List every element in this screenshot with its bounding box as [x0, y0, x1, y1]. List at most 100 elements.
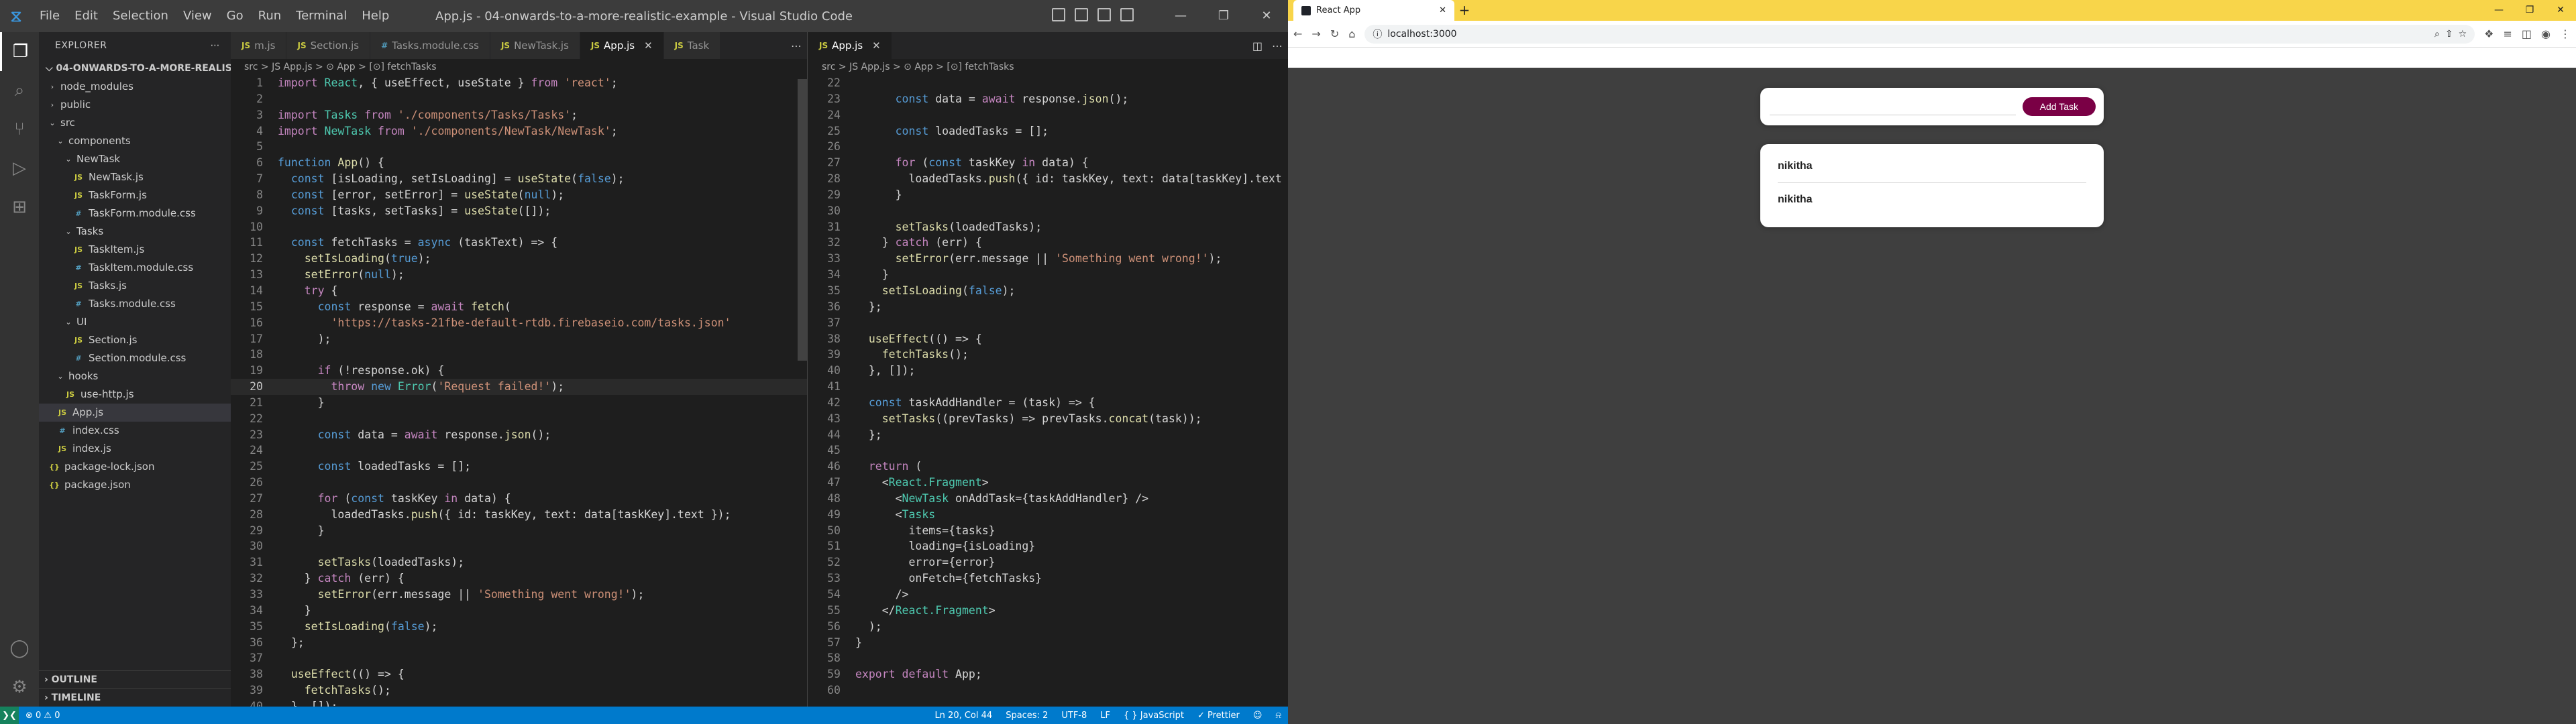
tree-file[interactable]: JS Tasks.js	[39, 277, 231, 295]
code-line[interactable]: 20 throw new Error('Request failed!');	[231, 379, 807, 395]
end-of-line[interactable]: LF	[1100, 711, 1110, 721]
reload-icon[interactable]: ↻	[1330, 27, 1339, 40]
add-task-button[interactable]: Add Task	[2022, 97, 2096, 116]
code-line[interactable]: 31 setTasks(loadedTasks);	[231, 554, 807, 570]
menu-item-edit[interactable]: Edit	[67, 0, 105, 32]
toggle-sidebar-icon[interactable]	[1052, 8, 1065, 21]
code-line[interactable]: 12 setIsLoading(true);	[231, 251, 807, 267]
tree-folder[interactable]: ⌄ Tasks	[39, 223, 231, 241]
search-icon[interactable]: ⌕	[0, 71, 39, 110]
code-line[interactable]: 13 setError(null);	[231, 267, 807, 283]
more-icon[interactable]: ⋯	[791, 40, 802, 52]
split-editor-icon[interactable]: ◫	[1252, 40, 1263, 52]
menu-item-go[interactable]: Go	[219, 0, 251, 32]
menu-item-run[interactable]: Run	[251, 0, 289, 32]
code-line[interactable]: 25 const loadedTasks = [];	[808, 123, 1288, 139]
code-line[interactable]: 58	[808, 650, 1288, 666]
feedback-icon[interactable]: ☺	[1253, 711, 1263, 721]
back-icon[interactable]: ←	[1293, 27, 1302, 40]
code-line[interactable]: 49 <Tasks	[808, 507, 1288, 523]
code-line[interactable]: 60	[808, 682, 1288, 699]
code-line[interactable]: 46 return (	[808, 459, 1288, 475]
source-control-icon[interactable]: ⑂	[0, 110, 39, 149]
code-line[interactable]: 28 loadedTasks.push({ id: taskKey, text:…	[231, 507, 807, 523]
code-line[interactable]: 15 const response = await fetch(	[231, 299, 807, 315]
code-line[interactable]: 37	[231, 650, 807, 666]
run-debug-icon[interactable]: ▷	[0, 149, 39, 188]
code-line[interactable]: 57}	[808, 635, 1288, 651]
menu-item-file[interactable]: File	[32, 0, 67, 32]
browser-close-icon[interactable]: ✕	[2545, 0, 2576, 21]
right-code-view[interactable]: 22 23 const data = await response.json();…	[808, 75, 1288, 707]
code-line[interactable]: 48 <NewTask onAddTask={taskAddHandler} /…	[808, 491, 1288, 507]
new-tab-icon[interactable]: +	[1454, 0, 1474, 21]
tree-file[interactable]: # Section.module.css	[39, 349, 231, 367]
menu-item-view[interactable]: View	[176, 0, 219, 32]
profile-icon[interactable]: ◉	[2541, 27, 2551, 40]
code-line[interactable]: 5	[231, 139, 807, 155]
code-line[interactable]: 25 const loadedTasks = [];	[231, 459, 807, 475]
code-line[interactable]: 47 <React.Fragment>	[808, 475, 1288, 491]
timeline-section[interactable]: › TIMELINE	[39, 688, 231, 707]
code-line[interactable]: 3 import Tasks from './components/Tasks/T…	[231, 107, 807, 123]
code-line[interactable]: 33 setError(err.message || 'Something we…	[231, 587, 807, 603]
code-line[interactable]: 19 if (!response.ok) {	[231, 363, 807, 379]
code-line[interactable]: 23 const data = await response.json();	[231, 427, 807, 443]
code-line[interactable]: 34 }	[231, 603, 807, 619]
code-line[interactable]: 40 }, []);	[231, 699, 807, 707]
editor-tab[interactable]: JS App.js ✕	[580, 32, 664, 59]
code-line[interactable]: 32 } catch (err) {	[231, 570, 807, 587]
code-line[interactable]: 41	[808, 379, 1288, 395]
code-line[interactable]: 16 'https://tasks-21fbe-default-rtdb.fir…	[231, 315, 807, 331]
code-line[interactable]: 34 }	[808, 267, 1288, 283]
code-line[interactable]: 24	[808, 107, 1288, 123]
code-line[interactable]: 29 }	[231, 523, 807, 539]
close-tab-icon[interactable]: ✕	[644, 32, 653, 59]
browser-menu-icon[interactable]: ⋮	[2560, 27, 2571, 40]
tree-folder[interactable]: › public	[39, 96, 231, 114]
close-icon[interactable]: ✕	[1245, 0, 1288, 32]
tree-file[interactable]: # Tasks.module.css	[39, 295, 231, 313]
browser-restore-icon[interactable]: ❐	[2514, 0, 2545, 21]
editor-tab[interactable]: JS NewTask.js	[490, 32, 580, 59]
task-input[interactable]	[1770, 98, 2016, 115]
code-line[interactable]: 17 );	[231, 331, 807, 347]
side-panel-icon[interactable]: ◫	[2522, 27, 2532, 40]
tree-file[interactable]: JS NewTask.js	[39, 168, 231, 186]
tree-folder[interactable]: ⌄ UI	[39, 313, 231, 331]
code-line[interactable]: 40 }, []);	[808, 363, 1288, 379]
code-line[interactable]: 33 setError(err.message || 'Something we…	[808, 251, 1288, 267]
left-breadcrumb[interactable]: src > JS App.js > ⊙ App > [⊙] fetchTasks	[231, 59, 807, 75]
code-line[interactable]: 35 setIsLoading(false);	[808, 283, 1288, 299]
tree-folder[interactable]: ⌄ hooks	[39, 367, 231, 385]
code-line[interactable]: 21 }	[231, 395, 807, 411]
address-bar[interactable]: ⓘ localhost:3000 ⌕ ⇧ ☆	[1364, 24, 2475, 44]
menu-item-help[interactable]: Help	[354, 0, 396, 32]
close-tab-icon[interactable]: ✕	[872, 32, 881, 59]
code-line[interactable]: 53 onFetch={fetchTasks}	[808, 570, 1288, 587]
editor-tab[interactable]: JS m.js	[231, 32, 287, 59]
outline-section[interactable]: › OUTLINE	[39, 670, 231, 688]
extensions-puzzle-icon[interactable]: ❖	[2484, 27, 2493, 40]
browser-minimize-icon[interactable]: —	[2483, 0, 2514, 21]
customize-layout-icon[interactable]	[1120, 8, 1134, 21]
code-line[interactable]: 32 } catch (err) {	[808, 235, 1288, 251]
editor-tab[interactable]: JS Task	[663, 32, 721, 59]
extensions-icon[interactable]: ⊞	[0, 188, 39, 227]
tree-file[interactable]: {} package.json	[39, 476, 231, 494]
tree-file[interactable]: JS App.js	[39, 404, 231, 422]
encoding[interactable]: UTF-8	[1061, 711, 1087, 721]
code-line[interactable]: 30	[231, 538, 807, 554]
home-icon[interactable]: ⌂	[1348, 27, 1355, 40]
code-line[interactable]: 14 try {	[231, 283, 807, 299]
toggle-panel-icon[interactable]	[1075, 8, 1088, 21]
tree-file[interactable]: # TaskItem.module.css	[39, 259, 231, 277]
prettier-status[interactable]: ✓ Prettier	[1197, 711, 1240, 721]
editor-tab[interactable]: # Tasks.module.css	[370, 32, 490, 59]
code-line[interactable]: 38 useEffect(() => {	[231, 666, 807, 682]
right-breadcrumb[interactable]: src > JS App.js > ⊙ App > [⊙] fetchTasks	[808, 59, 1288, 75]
tree-file[interactable]: # TaskForm.module.css	[39, 204, 231, 223]
tree-file[interactable]: # index.css	[39, 422, 231, 440]
code-line[interactable]: 54 />	[808, 587, 1288, 603]
code-line[interactable]: 9 const [tasks, setTasks] = useState([])…	[231, 203, 807, 219]
